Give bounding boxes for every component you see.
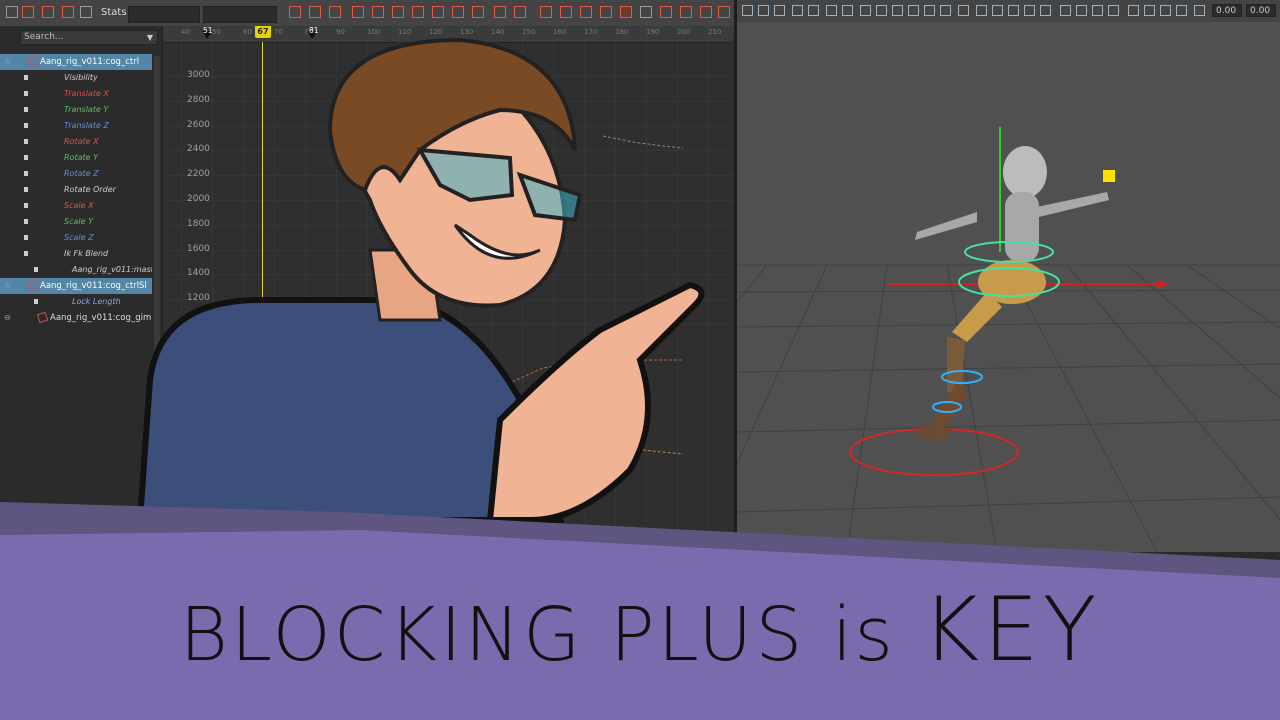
presenter-illustration bbox=[0, 37, 1280, 720]
app-window: Stats 0.00 0.00 Search... ▼ ⊖ Aang_rig_v… bbox=[0, 0, 1280, 720]
